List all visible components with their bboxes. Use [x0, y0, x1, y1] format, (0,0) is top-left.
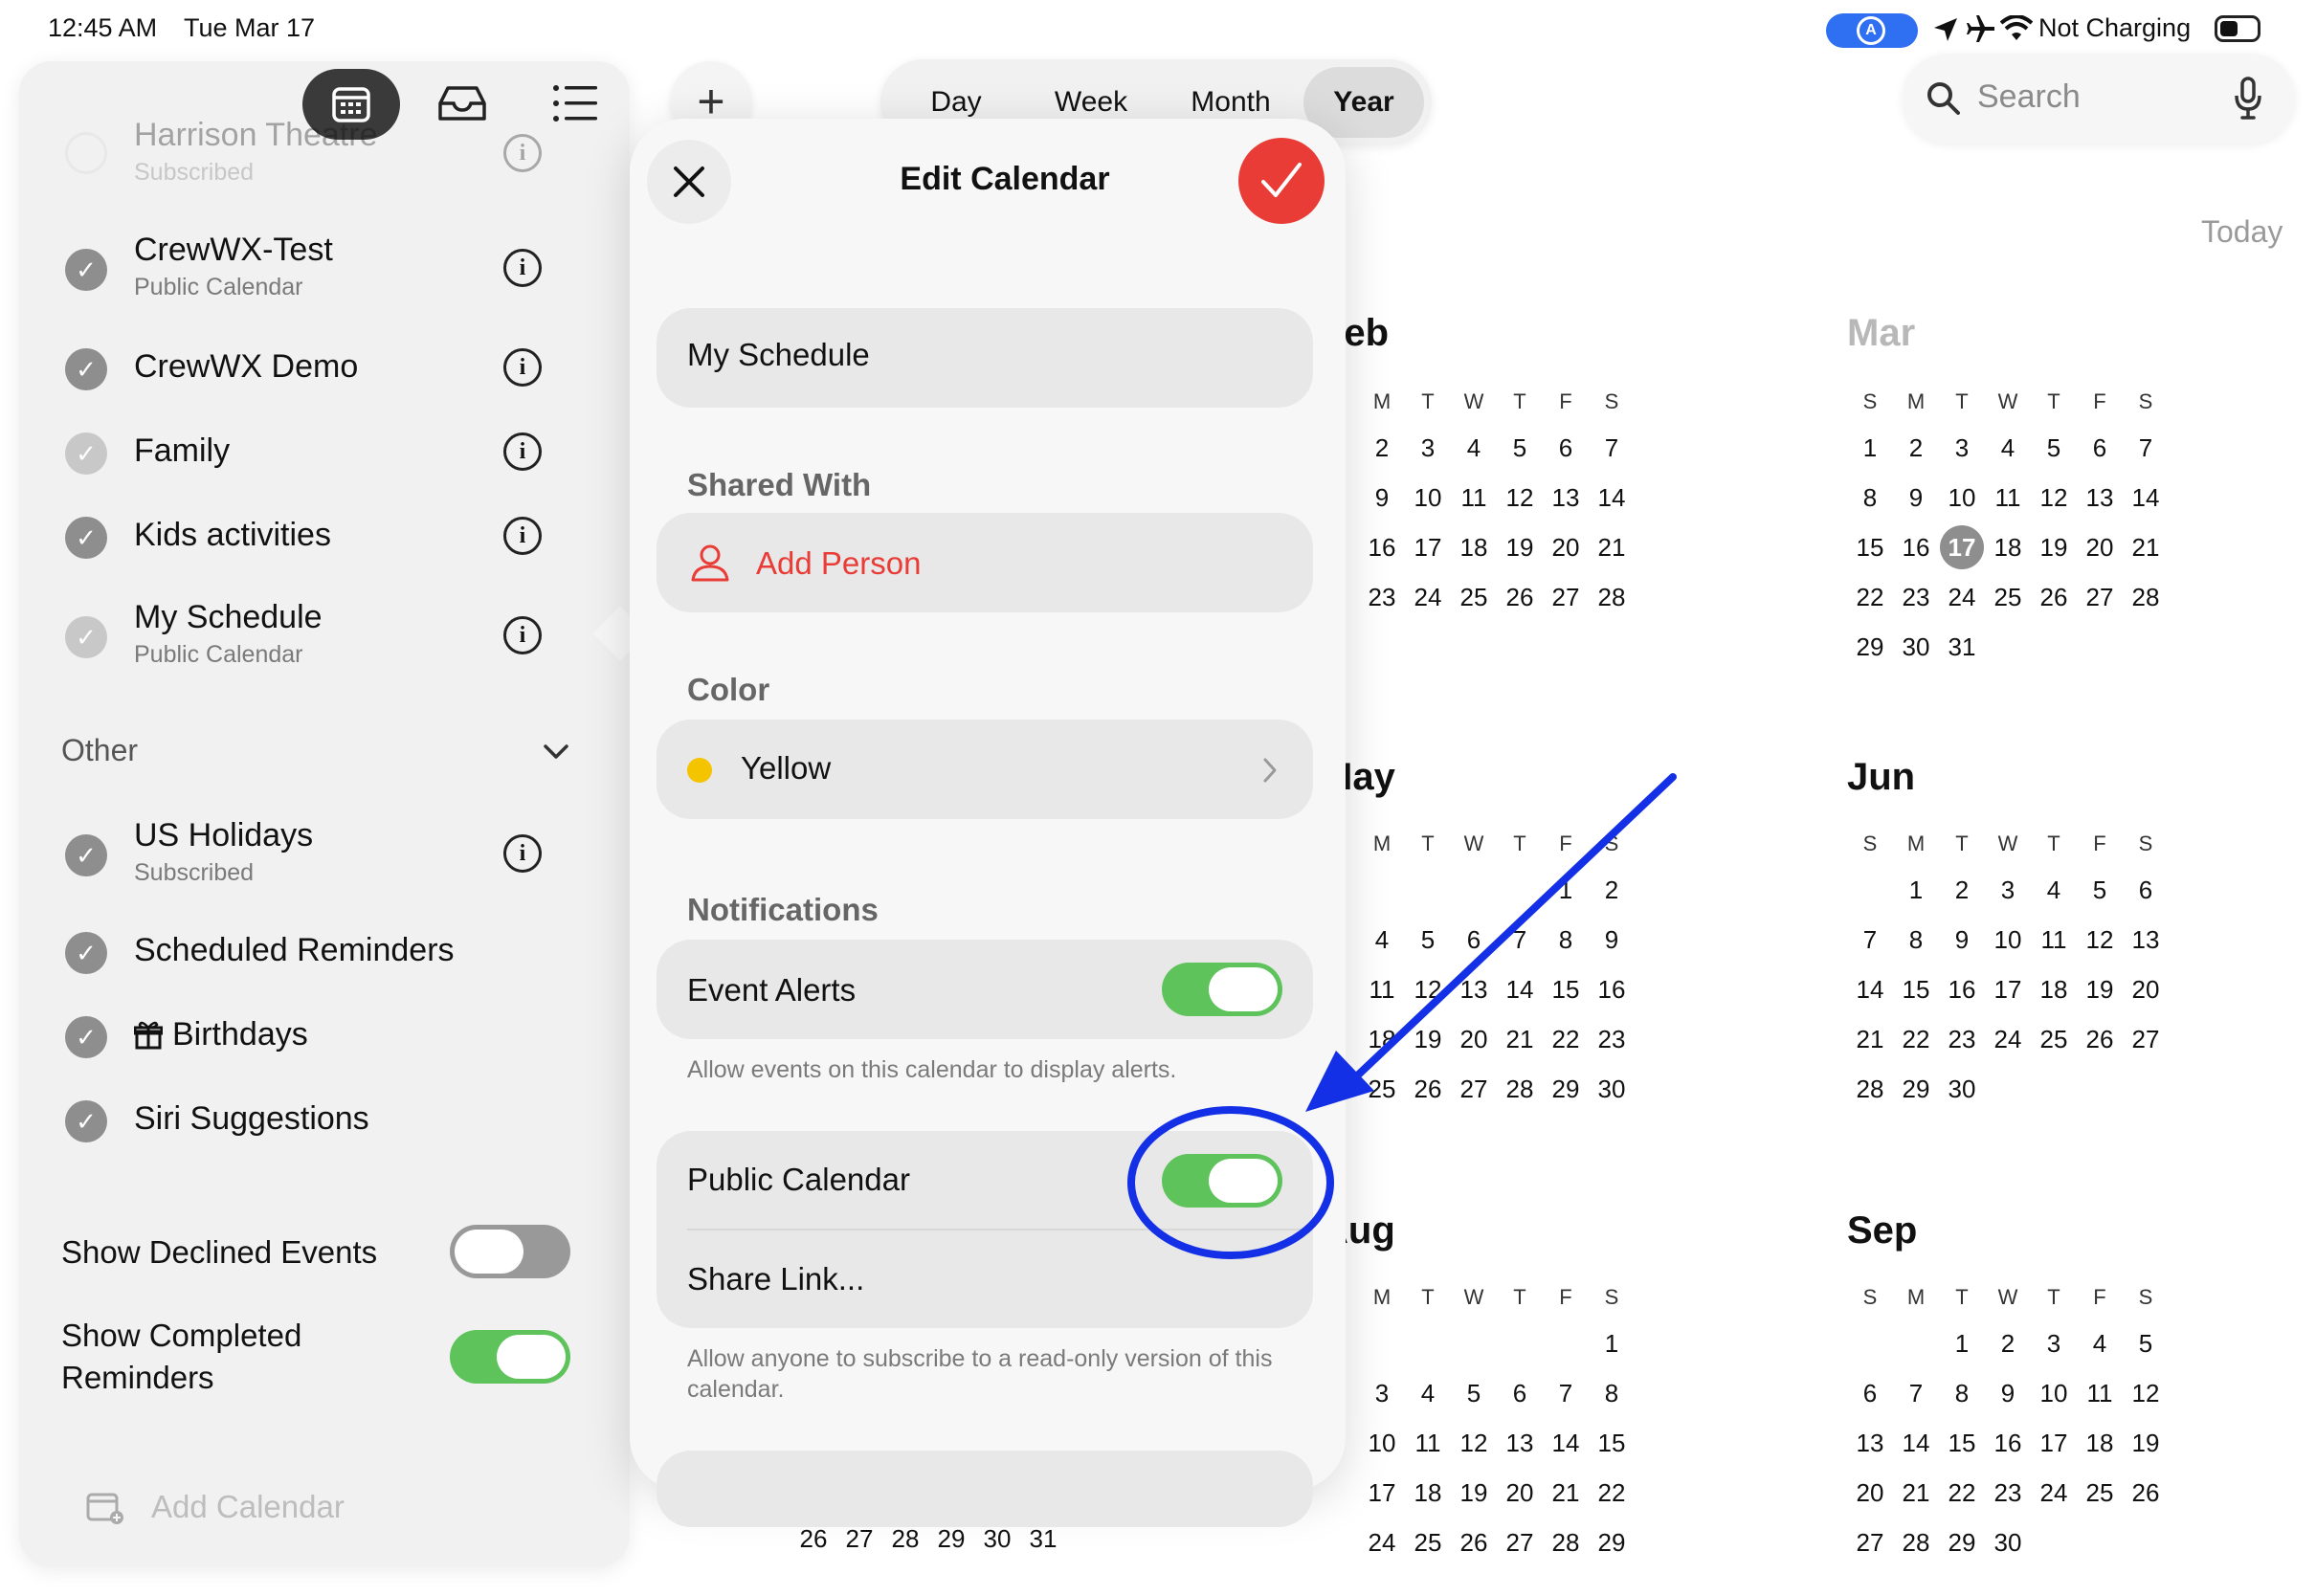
airplane-icon — [1967, 15, 1994, 42]
inbox-icon[interactable] — [436, 84, 488, 122]
calendar-toggle[interactable]: ✓ — [65, 1016, 107, 1058]
info-icon[interactable]: i — [503, 432, 542, 471]
calendar-subtitle: Subscribed — [134, 859, 255, 886]
month-jun[interactable]: Jun SMTWTFS 123456 7 8 9 10 11 12 13 14 15 16 17 1… — [1847, 756, 2163, 1114]
gift-icon — [134, 1021, 163, 1050]
calendar-title: Scheduled Reminders — [134, 932, 455, 968]
public-calendar-toggle[interactable] — [1162, 1154, 1282, 1208]
wifi-icon — [2000, 15, 2033, 40]
month-feb[interactable]: Feb — [1321, 312, 1637, 366]
close-button[interactable] — [647, 140, 731, 224]
person-icon — [691, 544, 729, 582]
month-name: Sep — [1847, 1209, 1918, 1252]
share-link-button[interactable]: Share Link... — [687, 1261, 864, 1297]
show-completed-toggle[interactable] — [450, 1330, 570, 1384]
month-name: Aug — [1321, 1209, 1395, 1252]
add-person-button[interactable] — [657, 513, 1313, 612]
event-alerts-toggle[interactable] — [1162, 963, 1282, 1016]
calendar-toggle[interactable]: ✓ — [65, 517, 107, 559]
color-value: Yellow — [741, 750, 832, 786]
info-icon[interactable]: i — [503, 616, 542, 654]
month-aug[interactable]: Aug — [1321, 1209, 1637, 1263]
info-icon[interactable]: i — [503, 348, 542, 387]
event-alerts-footer: Allow events on this calendar to display… — [687, 1056, 1177, 1083]
calendar-title: Kids activities — [134, 517, 331, 553]
calendar-title: Family — [134, 432, 231, 469]
info-icon[interactable]: i — [503, 134, 542, 172]
row-divider — [687, 1229, 1313, 1230]
chevron-right-icon — [1263, 758, 1277, 783]
month-may[interactable]: May — [1321, 756, 1637, 809]
month-may-grid: MTWTFS 12 456789 11 12 13 14 15 16 18 19 20 21 22… — [1368, 831, 1626, 1103]
show-declined-toggle[interactable] — [450, 1225, 570, 1278]
event-alerts-label: Event Alerts — [687, 972, 857, 1008]
calendar-toggle[interactable]: ✓ — [65, 249, 107, 291]
calendar-title: Siri Suggestions — [134, 1100, 369, 1137]
calendar-subtitle: Public Calendar — [134, 641, 303, 668]
info-icon[interactable]: i — [503, 834, 542, 873]
calendar-toggle[interactable]: ✓ — [65, 348, 107, 390]
calendar-title: Birthdays — [172, 1016, 308, 1053]
show-declined-label: Show Declined Events — [61, 1234, 378, 1270]
calendar-toggle[interactable]: ✓ — [65, 432, 107, 475]
color-swatch — [687, 758, 712, 783]
public-calendar-footer: Allow anyone to subscribe to a read-only… — [687, 1345, 1273, 1403]
close-icon — [674, 166, 704, 197]
calendar-title: CrewWX-Test — [134, 232, 333, 268]
notifications-header: Notifications — [687, 892, 879, 927]
search-placeholder: Search — [1977, 78, 2081, 115]
calendar-toggle[interactable] — [65, 132, 107, 174]
today-date-marker: 17 — [1939, 522, 1985, 572]
other-section-header[interactable]: Other — [61, 733, 138, 768]
calendar-title: My Schedule — [134, 599, 323, 635]
status-date: Tue Mar 17 — [184, 13, 316, 42]
location-arrow-icon — [1934, 18, 1957, 41]
month-name: May — [1321, 756, 1395, 798]
search-field[interactable]: Search — [1903, 54, 2295, 144]
today-button[interactable]: Today — [2201, 214, 2283, 250]
checkmark-icon — [1261, 163, 1302, 197]
month-name: Mar — [1847, 312, 1916, 354]
calendar-toggle[interactable]: ✓ — [65, 834, 107, 876]
color-header: Color — [687, 672, 770, 707]
calendar-toggle[interactable]: ✓ — [65, 932, 107, 974]
public-calendar-label: Public Calendar — [687, 1162, 910, 1197]
info-icon[interactable]: i — [503, 249, 542, 287]
battery-icon — [2215, 15, 2260, 42]
calendar-title: CrewWX Demo — [134, 348, 359, 385]
calendar-toggle[interactable]: ✓ — [65, 1100, 107, 1142]
search-icon — [1927, 82, 1960, 115]
chevron-down-icon[interactable] — [542, 743, 570, 762]
add-calendar-icon — [86, 1493, 123, 1524]
popover-title: Edit Calendar — [900, 161, 1110, 197]
location-pill: A — [1826, 13, 1918, 48]
month-sep[interactable]: Sep SMTWTFS 12345 6 7 8 9 10 11 12 13 14 15 16 17 1… — [1847, 1209, 2163, 1567]
charging-status: Not Charging — [2038, 13, 2192, 42]
shared-with-header: Shared With — [687, 467, 872, 502]
month-feb-grid: MTWTFS 234567 9 10 11 12 13 14 16 17 18 19 20 21 2… — [1368, 389, 1626, 611]
month-mar[interactable]: Mar SMTWTFS 1234567 8 9 10 11 12 13 14 15 16 17 1… — [1847, 312, 2163, 672]
status-time: 12:45 AM — [48, 13, 158, 42]
calendar-title: US Holidays — [134, 817, 314, 853]
add-person-label: Add Person — [756, 545, 922, 581]
info-icon[interactable]: i — [503, 517, 542, 555]
list-icon[interactable] — [551, 82, 599, 124]
calendar-subtitle: Subscribed — [134, 159, 255, 186]
next-section-peek — [657, 1451, 1313, 1527]
calendar-title: Harrison Theatre — [134, 117, 378, 153]
month-name: Jun — [1847, 756, 1916, 798]
microphone-icon[interactable] — [2234, 77, 2262, 121]
show-completed-label: Show Completed Reminders — [61, 1318, 302, 1395]
month-aug-grid: MTWTFS 1 345678 10 11 12 13 14 15 17 18 19 20 21 2… — [1368, 1285, 1626, 1557]
calendar-name-value: My Schedule — [687, 337, 870, 372]
month-name: Feb — [1321, 312, 1390, 354]
navigation-icon: A — [1857, 16, 1885, 45]
add-calendar-button[interactable]: Add Calendar — [151, 1489, 345, 1525]
calendar-toggle[interactable]: ✓ — [65, 616, 107, 658]
calendar-subtitle: Public Calendar — [134, 274, 303, 300]
done-button[interactable] — [1238, 138, 1325, 224]
